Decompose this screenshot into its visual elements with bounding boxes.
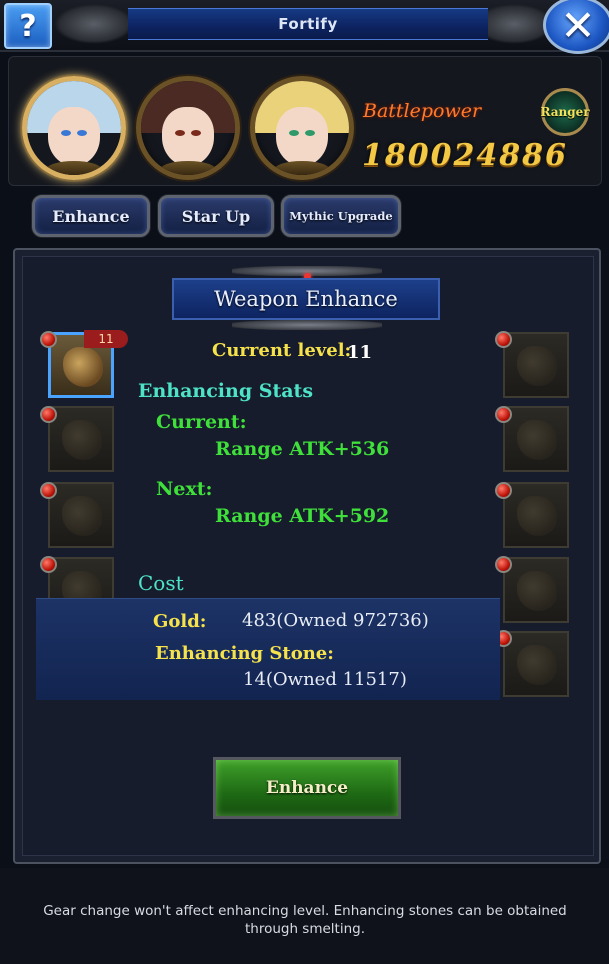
accessory-icon (517, 420, 557, 460)
accessory-icon (517, 496, 557, 536)
red-gem-icon (40, 331, 57, 348)
battlepower-value: 180024886 (362, 138, 568, 173)
hero-face (47, 107, 101, 166)
enhancing-stone-value: 14(Owned 11517) (243, 669, 407, 690)
tab-star-up[interactable]: Star Up (158, 195, 274, 237)
hero-eye (77, 129, 88, 136)
red-gem-icon (495, 482, 512, 499)
header-bar: ? Fortify ✕ (0, 0, 609, 54)
tab-enhance[interactable]: Enhance (32, 195, 150, 237)
hero-face (275, 107, 329, 166)
hero-eye (305, 129, 316, 136)
hero-portrait-3[interactable] (250, 76, 354, 180)
next-stat-label: Next: (156, 478, 213, 500)
weapon-icon (63, 347, 103, 387)
equip-slot-left-2[interactable] (48, 406, 114, 472)
armor-icon (62, 420, 102, 460)
current-level-value: 11 (347, 342, 373, 363)
next-stat-value: Range ATK+592 (215, 505, 390, 527)
hero-eye (174, 129, 185, 136)
hero-eye (288, 129, 299, 136)
armor-icon (62, 496, 102, 536)
accessory-icon (517, 571, 557, 611)
section-title: Weapon Enhance (214, 287, 398, 311)
close-button[interactable]: ✕ (543, 0, 609, 54)
equip-slot-right-5[interactable] (503, 631, 569, 697)
current-stat-label: Current: (156, 411, 247, 433)
help-button[interactable]: ? (4, 3, 52, 49)
equip-slot-right-4[interactable] (503, 557, 569, 623)
hero-eye (60, 129, 71, 136)
accessory-icon (517, 346, 557, 386)
hero-portrait-2[interactable] (136, 76, 240, 180)
title-plate: Fortify (128, 8, 488, 40)
current-level-label: Current level: (212, 340, 352, 361)
window-title: Fortify (278, 15, 338, 33)
enhance-button[interactable]: Enhance (213, 757, 401, 819)
cost-heading: Cost (138, 571, 184, 595)
current-stat-value: Range ATK+536 (215, 438, 390, 460)
battlepower-label: Battlepower (363, 100, 482, 122)
slot-level-badge: 11 (84, 330, 128, 348)
title-ornament-bottom (232, 320, 382, 330)
enhancing-stone-label: Enhancing Stone: (155, 643, 334, 664)
accessory-icon (517, 645, 557, 685)
gold-label: Gold: (153, 611, 207, 632)
title-ornament-left (54, 4, 134, 44)
ranger-class-badge: Ranger (540, 88, 590, 136)
red-gem-icon (40, 406, 57, 423)
equip-slot-right-2[interactable] (503, 406, 569, 472)
hero-face (161, 107, 215, 166)
hero-eye (191, 129, 202, 136)
equip-slot-left-3[interactable] (48, 482, 114, 548)
footer-hint: Gear change won't affect enhancing level… (43, 903, 567, 937)
hero-portrait-1[interactable] (22, 76, 126, 180)
equip-slot-right-1[interactable] (503, 332, 569, 398)
enhancing-stats-heading: Enhancing Stats (138, 380, 314, 402)
section-title-plate: Weapon Enhance (172, 278, 440, 320)
red-gem-icon (40, 556, 57, 573)
red-gem-icon (495, 556, 512, 573)
gold-cost-value: 483(Owned 972736) (242, 610, 429, 631)
equip-slot-right-3[interactable] (503, 482, 569, 548)
red-gem-icon (495, 406, 512, 423)
tab-mythic-upgrade[interactable]: Mythic Upgrade (281, 195, 401, 237)
close-icon: ✕ (560, 0, 596, 50)
red-gem-icon (40, 482, 57, 499)
red-gem-icon (495, 331, 512, 348)
